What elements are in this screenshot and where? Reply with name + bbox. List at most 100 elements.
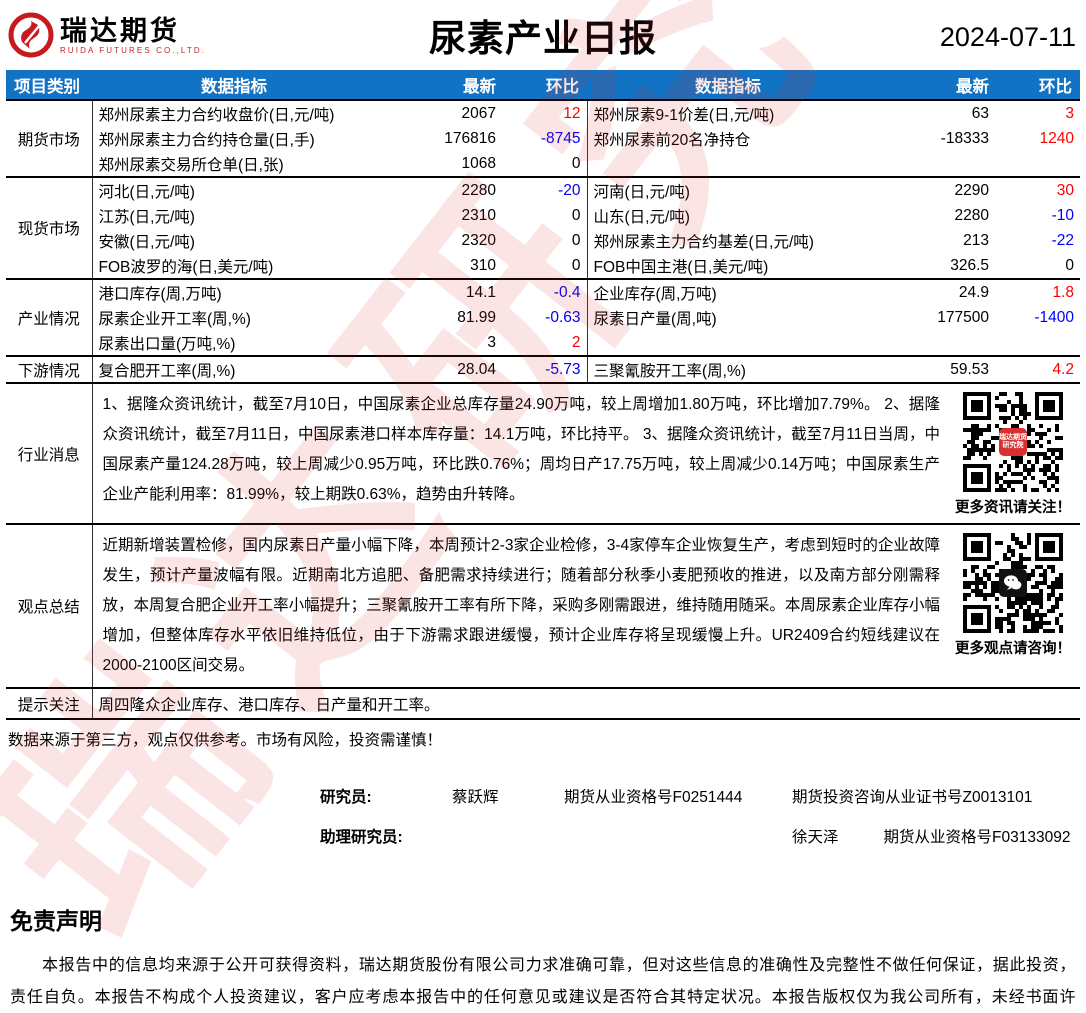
qr-center-logo-ruida: 瑞达期货 研究院	[999, 428, 1027, 456]
value-cell: 177500	[937, 308, 989, 326]
indicator-cell: 郑州尿素交易所仓单(日,张)	[98, 156, 284, 174]
qr-caption-news: 更多资讯请关注！	[955, 500, 1071, 516]
change-cell: 0	[571, 256, 581, 274]
indicator-cell: 复合肥开工率(周,%)	[92, 355, 376, 383]
table-row: 郑州尿素交易所仓单(日,张) 1068 0	[6, 151, 1080, 177]
value-cell: 2310	[461, 206, 496, 224]
disclaimer-title: 免责声明	[10, 908, 102, 934]
value-cell: 24.9	[869, 278, 997, 305]
data-table: 项目类别 数据指标 最新 环比 数据指标 最新 环比 期货市场 郑州尿素主力合约…	[6, 70, 1080, 720]
change-cell: -10	[1051, 206, 1074, 224]
change-cell: 0	[571, 231, 581, 249]
indicator-cell: 郑州尿素主力合约基差(日,元/吨)	[586, 228, 869, 253]
change-cell: 0	[571, 154, 581, 172]
viewpoint-row: 观点总结 近期新增装置检修，国内尿素日产量小幅下降，本周预计2-3家企业检修，3…	[6, 523, 1080, 688]
category-news: 行业消息	[6, 382, 93, 524]
change-cell: -20	[504, 176, 587, 203]
page-title: 尿素产业日报	[429, 18, 657, 59]
researcher-cert1: 期货从业资格号F0251444	[564, 789, 743, 806]
researcher-cert2: 期货投资咨询从业证书号Z0013101	[792, 789, 1033, 806]
indicator-cell: 江苏(日,元/吨)	[98, 208, 195, 226]
researcher-block: 研究员: 蔡跃辉 期货从业资格号F0251444 期货投资咨询从业证书号Z001…	[320, 776, 1086, 856]
change-cell: -0.4	[504, 278, 587, 305]
indicator-cell: 郑州尿素主力合约收盘价(日,元/吨)	[92, 99, 376, 126]
value-cell: 14.1	[376, 278, 504, 305]
indicator-cell	[586, 151, 869, 177]
change-cell: 3	[997, 99, 1080, 126]
change-cell: 0	[1065, 256, 1074, 274]
indicator-cell: 河北(日,元/吨)	[92, 176, 376, 203]
watch-text: 周四隆众企业库存、港口库存、日产量和开工率。	[91, 687, 1080, 720]
category-spot: 现货市场	[6, 176, 93, 279]
change-cell	[997, 151, 1080, 177]
value-cell: 176816	[444, 129, 496, 147]
value-cell: 3	[487, 333, 496, 351]
change-cell: -22	[1051, 231, 1074, 249]
col-latest-left: 最新	[376, 70, 504, 100]
category-downstream: 下游情况	[6, 355, 93, 383]
value-cell	[869, 151, 997, 177]
col-indicator-right: 数据指标	[587, 70, 869, 100]
industry-news-row: 行业消息 1、据隆众资讯统计，截至7月10日，中国尿素企业总库存量24.90万吨…	[6, 382, 1080, 524]
value-cell	[869, 330, 997, 356]
value-cell: 59.53	[869, 355, 997, 383]
change-cell: 0	[571, 206, 581, 224]
table-row: FOB波罗的海(日,美元/吨) 310 0 FOB中国主港(日,美元/吨) 32…	[6, 253, 1080, 279]
indicator-cell: 港口库存(周,万吨)	[92, 278, 376, 305]
change-cell: 12	[504, 99, 587, 126]
indicator-cell: 郑州尿素9-1价差(日,元/吨)	[586, 99, 869, 126]
report-header: 瑞达期货 RUIDA FUTURES CO.,LTD. 尿素产业日报 2024-…	[0, 0, 1086, 70]
col-chain-right: 环比	[997, 70, 1080, 100]
indicator-cell	[586, 330, 869, 356]
value-cell: 1068	[461, 154, 496, 172]
change-cell: -0.63	[545, 308, 581, 326]
assistant-cert: 期货从业资格号F03133092	[883, 829, 1071, 846]
table-row: 安徽(日,元/吨) 2320 0 郑州尿素主力合约基差(日,元/吨) 213 -…	[6, 228, 1080, 253]
qr-center-logo-wechat	[999, 569, 1027, 597]
indicator-cell: FOB波罗的海(日,美元/吨)	[98, 258, 274, 276]
indicator-cell: 河南(日,元/吨)	[586, 176, 869, 203]
value-cell: 28.04	[376, 355, 504, 383]
assistant-row: 助理研究员: 徐天泽 期货从业资格号F03133092	[320, 816, 1086, 856]
value-cell: 2280	[376, 176, 504, 203]
watch-row: 提示关注 周四隆众企业库存、港口库存、日产量和开工率。	[6, 687, 1080, 720]
assistant-name: 徐天泽	[792, 829, 839, 846]
change-cell: -1400	[1034, 308, 1074, 326]
col-chain-left: 环比	[504, 70, 587, 100]
value-cell: 81.99	[457, 308, 496, 326]
indicator-cell: FOB中国主港(日,美元/吨)	[586, 253, 869, 279]
table-header-row: 项目类别 数据指标 最新 环比 数据指标 最新 环比	[6, 70, 1080, 100]
researcher-label: 研究员:	[320, 789, 372, 806]
change-cell: 4.2	[997, 355, 1080, 383]
col-latest-right: 最新	[869, 70, 997, 100]
change-cell: -5.73	[504, 355, 587, 383]
table-row: 尿素企业开工率(周,%) 81.99 -0.63 尿素日产量(周,吨) 1775…	[6, 305, 1080, 330]
change-cell: 30	[997, 176, 1080, 203]
disclaimer-text: 本报告中的信息均来源于公开可获得资料，瑞达期货股份有限公司力求准确可靠，但对这些…	[10, 957, 1076, 1006]
indicator-cell: 尿素企业开工率(周,%)	[98, 310, 251, 328]
change-cell	[997, 330, 1080, 356]
category-industry: 产业情况	[6, 278, 93, 356]
table-row: 现货市场 河北(日,元/吨) 2280 -20 河南(日,元/吨) 2290 3…	[6, 176, 1080, 279]
indicator-cell: 郑州尿素主力合约持仓量(日,手)	[98, 131, 315, 149]
report-page: 瑞达研究 瑞达期货 RUIDA FUTURES CO.,LTD. 尿素产业日报 …	[0, 0, 1086, 1013]
change-cell: 1.8	[997, 278, 1080, 305]
value-cell: 2290	[869, 176, 997, 203]
col-category: 项目类别	[6, 70, 92, 100]
category-watch: 提示关注	[6, 687, 93, 720]
indicator-cell: 三聚氰胺开工率(周,%)	[586, 355, 869, 383]
researcher-row: 研究员: 蔡跃辉 期货从业资格号F0251444 期货投资咨询从业证书号Z001…	[320, 776, 1086, 816]
category-viewpoint: 观点总结	[6, 523, 93, 688]
value-cell: 63	[869, 99, 997, 126]
indicator-cell: 山东(日,元/吨)	[586, 203, 869, 228]
value-cell: 2320	[461, 231, 496, 249]
value-cell: -18333	[940, 129, 989, 147]
table-row: 尿素出口量(万吨,%) 3 2	[6, 330, 1080, 356]
table-row: 下游情况 复合肥开工率(周,%) 28.04 -5.73 三聚氰胺开工率(周,%…	[6, 355, 1080, 383]
indicator-cell: 尿素出口量(万吨,%)	[98, 335, 236, 353]
table-row: 郑州尿素主力合约持仓量(日,手) 176816 -8745 郑州尿素前20名净持…	[6, 126, 1080, 151]
category-futures: 期货市场	[6, 99, 93, 177]
qr-code-news: 瑞达期货 研究院	[963, 392, 1063, 492]
qr-code-viewpoint	[963, 533, 1063, 633]
value-cell: 2067	[376, 99, 504, 126]
